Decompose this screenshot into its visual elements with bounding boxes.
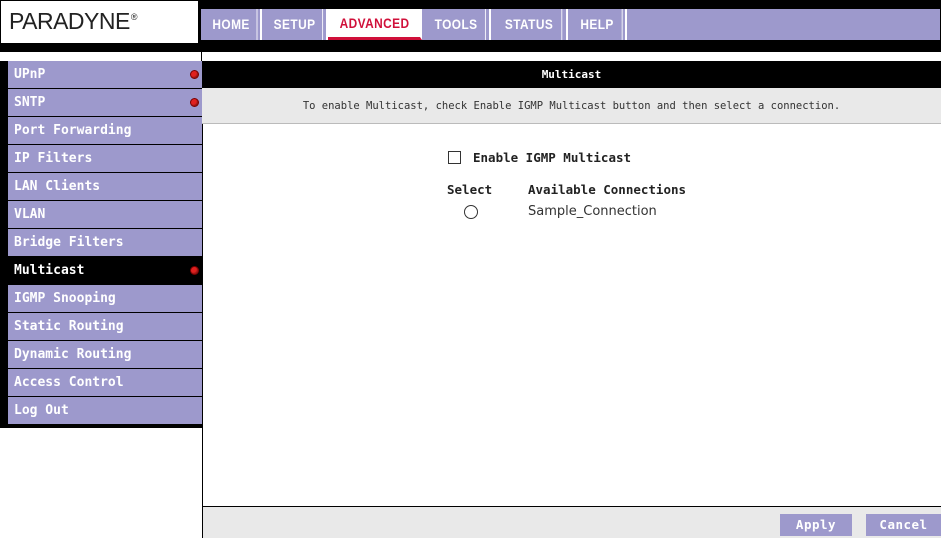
sidebar-item-upnp[interactable]: UPnP (8, 61, 202, 88)
tab-tools[interactable]: TOOLS (422, 9, 491, 40)
main-top-border (201, 52, 941, 61)
sidebar-item-vlan[interactable]: VLAN (8, 201, 202, 228)
logo-text: PARADYNE® (9, 8, 137, 34)
sidebar-item-label: VLAN (14, 207, 46, 222)
status-dot-icon (190, 266, 199, 275)
sidebar: UPnP SNTP Port Forwarding IP Filters LAN… (0, 61, 202, 428)
sidebar-item-bridge-filters[interactable]: Bridge Filters (8, 229, 202, 256)
sidebar-item-label: Bridge Filters (14, 235, 124, 250)
sidebar-item-igmp-snooping[interactable]: IGMP Snooping (8, 285, 202, 312)
tab-advanced[interactable]: ADVANCED (328, 9, 422, 40)
status-dot-icon (190, 70, 199, 79)
sidebar-item-port-forwarding[interactable]: Port Forwarding (8, 117, 202, 144)
sidebar-item-static-routing[interactable]: Static Routing (8, 313, 202, 340)
apply-button[interactable]: Apply (780, 514, 852, 536)
status-dot-icon (190, 98, 199, 107)
sidebar-item-label: SNTP (14, 95, 46, 110)
sidebar-item-ip-filters[interactable]: IP Filters (8, 145, 202, 172)
connection-radio[interactable] (464, 205, 478, 219)
cancel-button[interactable]: Cancel (866, 514, 941, 536)
connections-column-header: Available Connections (528, 182, 687, 197)
sidebar-item-label: Multicast (14, 263, 85, 278)
page-title: Multicast (202, 61, 941, 88)
page-description: To enable Multicast, check Enable IGMP M… (202, 88, 941, 124)
main-nav: HOME SETUP ADVANCED TOOLS STATUS HELP (201, 9, 940, 40)
tab-home[interactable]: HOME (201, 9, 262, 40)
tab-setup[interactable]: SETUP (262, 9, 328, 40)
enable-igmp-checkbox[interactable] (448, 150, 461, 164)
tab-help[interactable]: HELP (568, 9, 627, 40)
sidebar-item-label: Dynamic Routing (14, 347, 132, 362)
sidebar-item-label: Static Routing (14, 319, 124, 334)
sidebar-item-lan-clients[interactable]: LAN Clients (8, 173, 202, 200)
sidebar-item-label: Access Control (14, 375, 124, 390)
sidebar-item-access-control[interactable]: Access Control (8, 369, 202, 396)
sidebar-item-label: IGMP Snooping (14, 291, 116, 306)
top-bar: PARADYNE® HOME SETUP ADVANCED TOOLS STAT… (0, 0, 941, 52)
sidebar-item-label: UPnP (14, 67, 46, 82)
sidebar-item-multicast[interactable]: Multicast (8, 257, 202, 284)
sidebar-item-log-out[interactable]: Log Out (8, 397, 202, 424)
logo: PARADYNE® (0, 0, 199, 44)
sidebar-item-dynamic-routing[interactable]: Dynamic Routing (8, 341, 202, 368)
sidebar-item-label: Log Out (14, 403, 69, 418)
enable-igmp-row: Enable IGMP Multicast (448, 148, 631, 166)
sidebar-item-label: Port Forwarding (14, 123, 132, 138)
tab-status[interactable]: STATUS (491, 9, 568, 40)
select-column-header: Select (447, 182, 493, 197)
connection-name: Sample_Connection (528, 204, 657, 219)
sidebar-item-label: IP Filters (14, 151, 93, 166)
sidebar-item-sntp[interactable]: SNTP (8, 89, 202, 116)
sidebar-item-label: LAN Clients (14, 179, 101, 194)
enable-igmp-label: Enable IGMP Multicast (473, 149, 632, 165)
